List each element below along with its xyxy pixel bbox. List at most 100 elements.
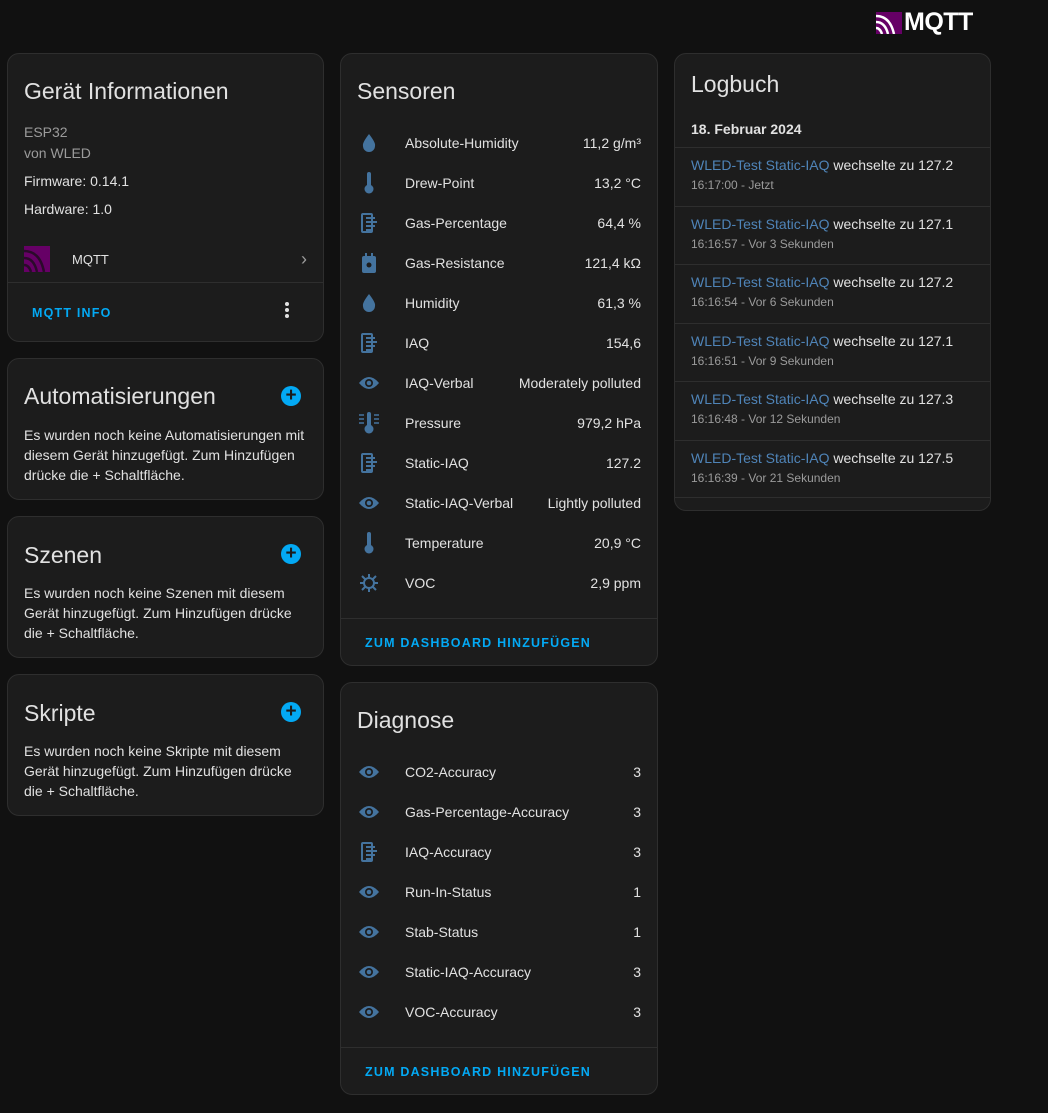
entity-link[interactable]: WLED-Test Static-IAQ (691, 450, 829, 466)
water-percent-icon (357, 131, 381, 155)
air-filter-icon (357, 331, 381, 355)
entity-link[interactable]: WLED-Test Static-IAQ (691, 216, 829, 232)
log-message: wechselte zu 127.3 (833, 391, 954, 407)
entity-name: Static-IAQ-Verbal (405, 495, 514, 511)
eye-icon (357, 920, 381, 944)
log-date: 18. Februar 2024 (691, 121, 802, 137)
eye-icon (357, 760, 381, 784)
device-info-card: Gerät Informationen ESP32 von WLED Firmw… (7, 53, 324, 342)
add-scene-button[interactable]: + (281, 544, 301, 564)
meter-icon (357, 251, 381, 275)
entity-row[interactable]: IAQ-Verbal Moderately polluted (341, 363, 657, 403)
entity-link[interactable]: WLED-Test Static-IAQ (691, 274, 829, 290)
empty-text: Es wurden noch keine Szenen mit diesem G… (24, 585, 292, 641)
log-time: 16:17:00 - Jetzt (691, 178, 774, 192)
entity-value: 13,2 °C (594, 175, 641, 191)
entity-row[interactable]: Stab-Status 1 (341, 912, 657, 952)
entity-name: Run-In-Status (405, 884, 492, 900)
firmware: Firmware: 0.14.1 (24, 173, 130, 189)
eye-icon (357, 371, 381, 395)
entity-value: 3 (633, 844, 641, 860)
entity-row[interactable]: Gas-Resistance 121,4 kΩ (341, 243, 657, 283)
entity-value: Lightly polluted (547, 495, 641, 511)
entity-name: CO2-Accuracy (405, 764, 497, 780)
entity-link[interactable]: WLED-Test Static-IAQ (691, 391, 829, 407)
empty-text: Es wurden noch keine Automatisierungen m… (24, 427, 305, 483)
log-message: wechselte zu 127.2 (833, 274, 954, 290)
scripts-card: Skripte + Es wurden noch keine Skripte m… (7, 674, 324, 816)
entity-value: 64,4 % (597, 215, 641, 231)
entity-value: Moderately polluted (518, 375, 641, 391)
entity-row[interactable]: Pressure 979,2 hPa (341, 403, 657, 443)
entity-link[interactable]: WLED-Test Static-IAQ (691, 157, 829, 173)
log-entry: WLED-Test Static-IAQ wechselte zu 127.1 1… (675, 322, 990, 381)
card-title: Diagnose (357, 707, 455, 733)
entity-value: 20,9 °C (594, 535, 641, 551)
entity-row[interactable]: Temperature 20,9 °C (341, 523, 657, 563)
entity-value: 2,9 ppm (590, 575, 641, 591)
eye-icon (357, 491, 381, 515)
log-time: 16:16:51 - Vor 9 Sekunden (691, 353, 834, 368)
entity-name: Gas-Percentage (405, 215, 507, 231)
entity-row[interactable]: IAQ 154,6 (341, 323, 657, 363)
entity-value: 3 (633, 764, 641, 780)
more-vertical-icon[interactable] (285, 302, 289, 318)
entity-name: IAQ-Accuracy (405, 844, 492, 860)
card-title: Sensoren (357, 78, 456, 104)
entity-name: Static-IAQ (405, 455, 469, 471)
eye-icon (357, 880, 381, 904)
thermometer-icon (357, 531, 381, 555)
entity-row[interactable]: IAQ-Accuracy 3 (341, 832, 657, 872)
entity-value: 3 (633, 804, 641, 820)
scenes-card: Szenen + Es wurden noch keine Szenen mit… (7, 516, 324, 658)
entity-row[interactable]: VOC 2,9 ppm (341, 563, 657, 603)
entity-value: 979,2 hPa (577, 415, 641, 431)
add-automation-button[interactable]: + (281, 386, 301, 406)
entity-row[interactable]: Static-IAQ-Accuracy 3 (341, 952, 657, 992)
add-to-dashboard-button[interactable]: ZUM DASHBOARD HINZUFÜGEN (365, 1065, 591, 1079)
entity-row[interactable]: Static-IAQ 127.2 (341, 443, 657, 483)
entity-row[interactable]: CO2-Accuracy 3 (341, 752, 657, 792)
log-message: wechselte zu 127.1 (833, 332, 954, 349)
add-to-dashboard-button[interactable]: ZUM DASHBOARD HINZUFÜGEN (365, 636, 591, 650)
entity-value: 3 (633, 1004, 641, 1020)
entity-name: Drew-Point (405, 175, 475, 191)
log-message: wechselte zu 127.2 (833, 157, 954, 173)
entity-row[interactable]: Humidity 61,3 % (341, 283, 657, 323)
entity-value: 3 (633, 964, 641, 980)
entity-name: VOC (405, 575, 436, 591)
air-filter-icon (357, 211, 381, 235)
eye-icon (357, 960, 381, 984)
entity-link[interactable]: WLED-Test Static-IAQ (691, 333, 829, 349)
entity-row[interactable]: Drew-Point 13,2 °C (341, 163, 657, 203)
eye-icon (357, 800, 381, 824)
add-script-button[interactable]: + (281, 702, 301, 722)
entity-row[interactable]: Gas-Percentage 64,4 % (341, 203, 657, 243)
eye-icon (357, 1000, 381, 1024)
entity-row[interactable]: Static-IAQ-Verbal Lightly polluted (341, 483, 657, 523)
entity-value: 1 (633, 884, 641, 900)
entity-name: Absolute-Humidity (405, 135, 519, 151)
air-filter-icon (357, 840, 381, 864)
sensors-card: Sensoren ZUM DASHBOARD HINZUFÜGEN Absolu… (340, 53, 658, 666)
log-entry: WLED-Test Static-IAQ wechselte zu 127.1 1… (675, 205, 990, 264)
mqtt-logo: MQTT (876, 8, 973, 37)
log-entry: WLED-Test Static-IAQ wechselte zu 127.3 1… (675, 381, 990, 439)
entity-row[interactable]: Run-In-Status 1 (341, 872, 657, 912)
log-entry: WLED-Test Static-IAQ wechselte zu 127.5 1… (675, 439, 990, 498)
entity-row[interactable]: VOC-Accuracy 3 (341, 992, 657, 1032)
virus-icon (357, 571, 381, 595)
log-entry: WLED-Test Static-IAQ wechselte zu 127.2 1… (675, 147, 990, 205)
entity-name: Pressure (405, 415, 462, 431)
card-title: Szenen (24, 542, 103, 568)
mqtt-logo-icon (876, 11, 902, 34)
entity-row[interactable]: Gas-Percentage-Accuracy 3 (341, 792, 657, 832)
integration-mqtt-link[interactable]: MQTT › (8, 238, 323, 280)
log-time: 16:16:57 - Vor 3 Sekunden (691, 236, 834, 251)
card-title: Automatisierungen (24, 383, 216, 409)
mqtt-info-button[interactable]: MQTT INFO (32, 306, 112, 320)
log-time: 16:16:54 - Vor 6 Sekunden (691, 295, 834, 309)
card-title: Gerät Informationen (24, 78, 229, 104)
entity-value: 61,3 % (597, 295, 641, 311)
entity-row[interactable]: Absolute-Humidity 11,2 g/m³ (341, 123, 657, 163)
